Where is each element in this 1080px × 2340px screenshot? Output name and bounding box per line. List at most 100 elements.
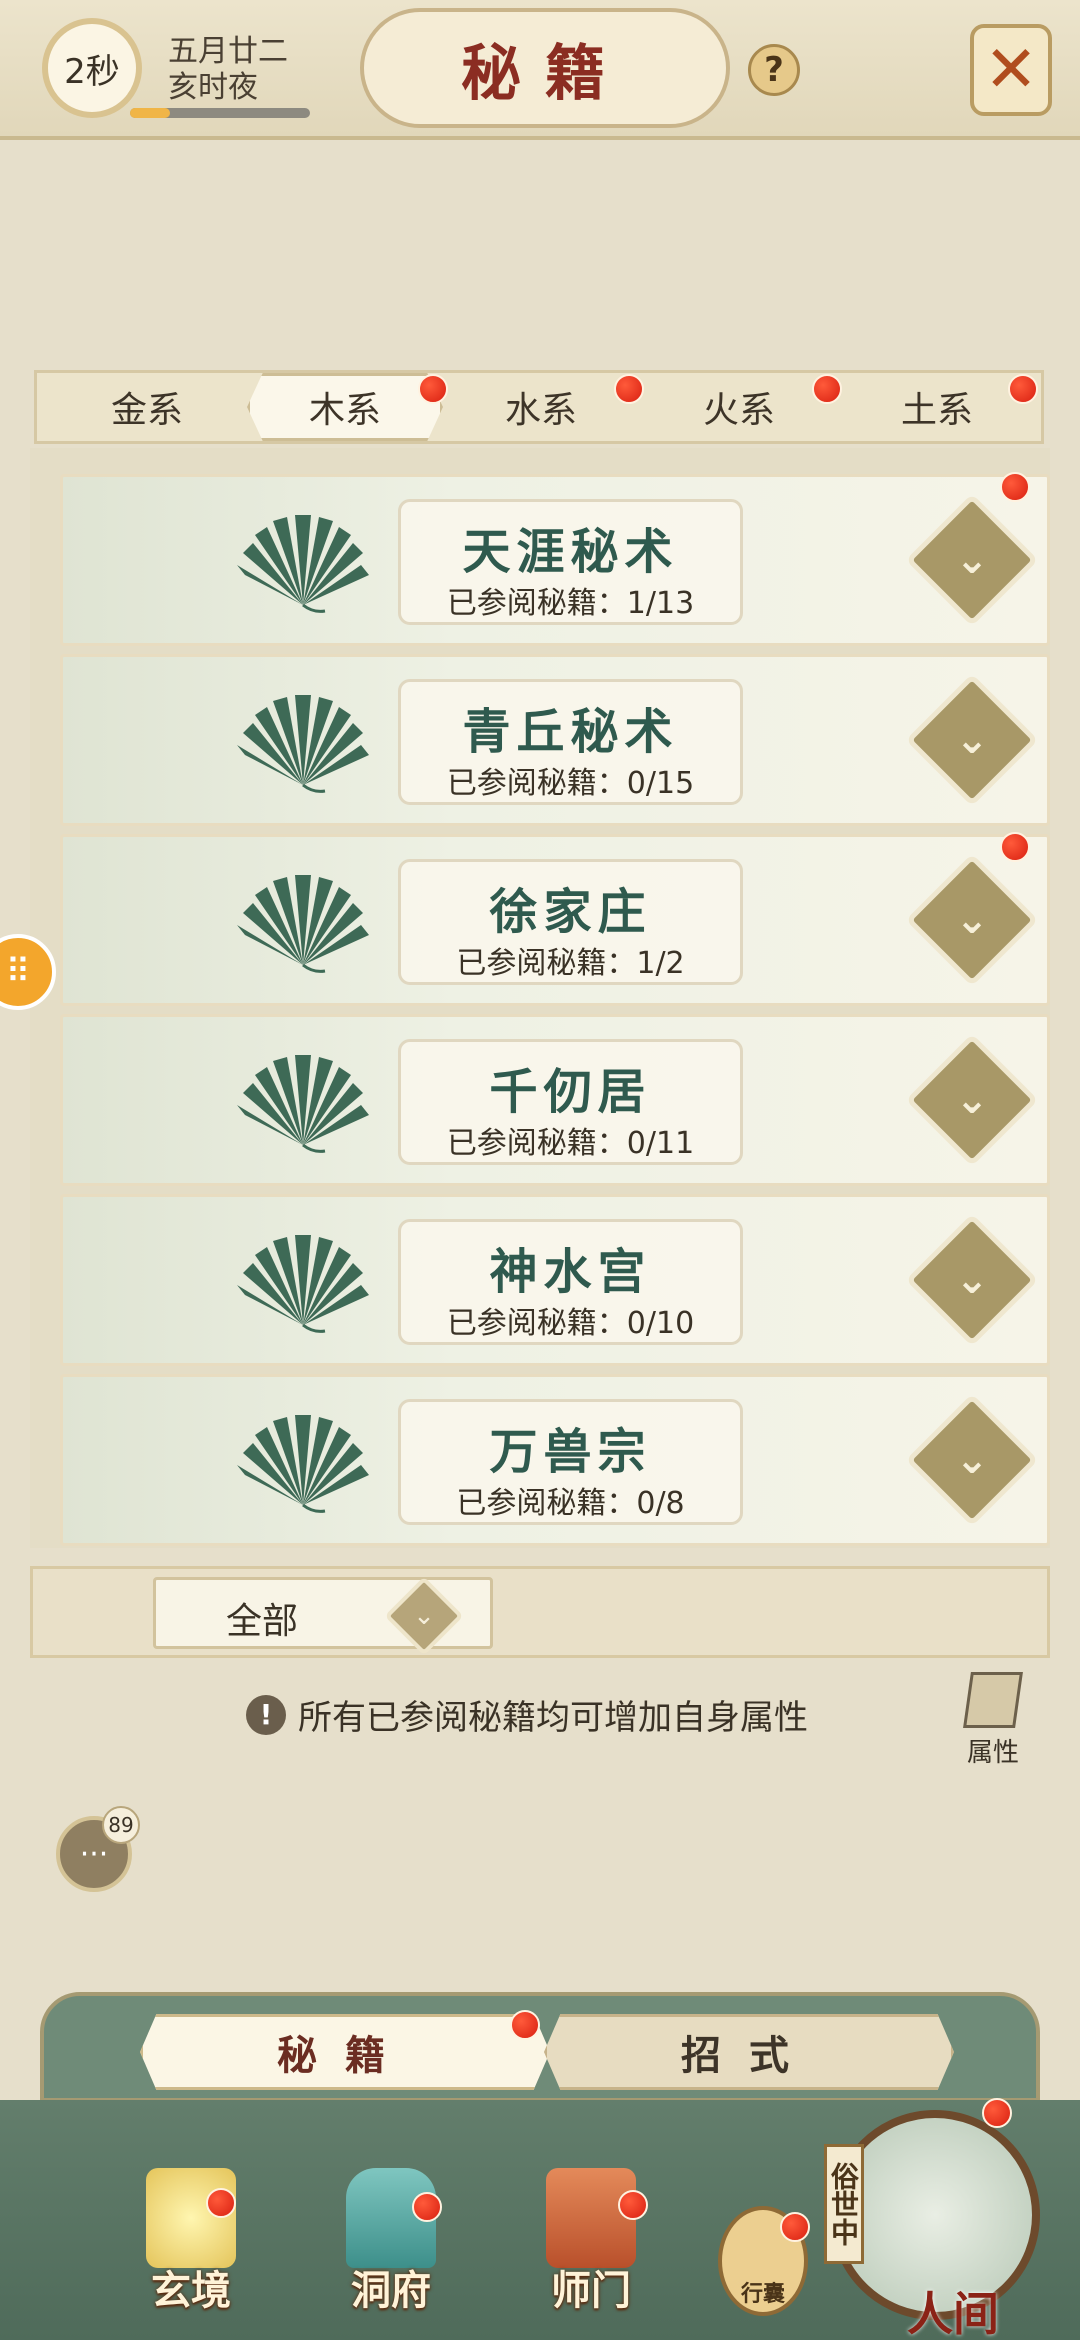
filter-selected: 全部 xyxy=(226,1601,299,1642)
chevron-down-icon: ⌄ xyxy=(384,1576,464,1656)
element-tabs: 金系 木系 水系 火系 土系 xyxy=(34,370,1044,444)
tab-fire-notification-dot xyxy=(812,374,842,404)
gamepad-icon: ⠿ xyxy=(5,952,31,992)
tab-wood-notification-dot xyxy=(418,374,448,404)
chat-bubble-icon: ··· xyxy=(79,1836,109,1872)
sect-card-shenshuigong[interactable]: 神水宫 已参阅秘籍：0/10 ⌄ xyxy=(60,1194,1050,1366)
nav-label: 玄境 xyxy=(151,2267,231,2314)
title-plaque: 秘籍 xyxy=(360,8,730,128)
sect-name-box: 徐家庄 已参阅秘籍：1/2 xyxy=(398,859,743,985)
tab-wood[interactable]: 木系 xyxy=(247,373,443,441)
sect-name: 神水宫 xyxy=(489,1244,652,1300)
world-status: 俗世中 xyxy=(824,2144,864,2264)
filter-dropdown[interactable]: 全部 ⌄ xyxy=(153,1576,493,1656)
help-icon: ? xyxy=(764,50,784,90)
banner-icon xyxy=(546,2168,636,2268)
nav-shimen-notification-dot xyxy=(618,2190,648,2220)
chevron-down-icon: ⌄ xyxy=(955,717,989,763)
nav-dongfu[interactable]: 洞府 xyxy=(316,2168,466,2338)
filter-bar: 全部 ⌄ xyxy=(30,1566,1050,1658)
world-notification-dot xyxy=(982,2098,1012,2128)
tab-earth[interactable]: 土系 xyxy=(839,373,1035,441)
tab-label: 木系 xyxy=(308,390,381,431)
tab-label: 水系 xyxy=(504,390,577,431)
sect-card-wanshouzong[interactable]: 万兽宗 已参阅秘籍：0/8 ⌄ xyxy=(60,1374,1050,1546)
sect-name: 千仞居 xyxy=(489,1064,652,1120)
expand-button[interactable]: ⌄ xyxy=(905,673,1039,807)
sub-tabs: 秘籍 招式 xyxy=(40,1992,1040,2102)
nav-dongfu-notification-dot xyxy=(412,2192,442,2222)
sect-name-box: 青丘秘术 已参阅秘籍：0/15 xyxy=(398,679,743,805)
fan-icon xyxy=(237,1055,369,1153)
bag-label: 行囊 xyxy=(740,2281,785,2307)
expand-button[interactable]: ⌄ xyxy=(905,1213,1039,1347)
info-hint: ! 所有已参阅秘籍均可增加自身属性 xyxy=(246,1690,808,1739)
world-label: 人间 xyxy=(907,2287,999,2340)
sect-progress: 已参阅秘籍：0/11 xyxy=(446,1126,695,1161)
sect-name-box: 神水宫 已参阅秘籍：0/10 xyxy=(398,1219,743,1345)
sect-progress: 已参阅秘籍：0/10 xyxy=(446,1306,695,1341)
fan-icon xyxy=(237,695,369,793)
world-button[interactable]: 俗世中 人间 xyxy=(824,2110,1040,2340)
time-progress-bar xyxy=(130,108,310,118)
attribute-label: 属性 xyxy=(966,1738,1019,1768)
sect-name: 青丘秘术 xyxy=(462,704,679,760)
tab-label: 招式 xyxy=(681,2032,817,2079)
tab-moves[interactable]: 招式 xyxy=(544,2014,954,2090)
time-of-day: 亥时夜 xyxy=(168,70,258,105)
sect-name: 万兽宗 xyxy=(489,1424,652,1480)
nav-label: 洞府 xyxy=(351,2267,431,2314)
bag-notification-dot xyxy=(780,2212,810,2242)
timer-badge: 2秒 xyxy=(42,18,142,118)
sect-xujiazhuang-notification-dot xyxy=(1000,832,1030,862)
page-title: 秘籍 xyxy=(461,38,629,109)
time-progress-fill xyxy=(130,108,170,118)
sect-card-xujiazhuang[interactable]: 徐家庄 已参阅秘籍：1/2 ⌄ xyxy=(60,834,1050,1006)
tab-fire[interactable]: 火系 xyxy=(641,373,837,441)
sect-progress: 已参阅秘籍：0/8 xyxy=(456,1486,685,1521)
book-icon xyxy=(963,1672,1023,1728)
sect-progress: 已参阅秘籍：1/13 xyxy=(446,586,695,621)
exclamation-icon: ! xyxy=(246,1694,286,1735)
tab-metal[interactable]: 金系 xyxy=(49,373,245,441)
attribute-button[interactable]: 属性 xyxy=(950,1672,1036,1772)
help-button[interactable]: ? xyxy=(748,44,800,96)
expand-button[interactable]: ⌄ xyxy=(905,853,1039,987)
fan-icon xyxy=(237,1235,369,1333)
close-button[interactable]: ✕ xyxy=(970,24,1052,116)
chevron-down-icon: ⌄ xyxy=(955,1077,989,1123)
sect-name-box: 万兽宗 已参阅秘籍：0/8 xyxy=(398,1399,743,1525)
expand-button[interactable]: ⌄ xyxy=(905,1033,1039,1167)
sect-tianya-notification-dot xyxy=(1000,472,1030,502)
expand-button[interactable]: ⌄ xyxy=(905,493,1039,627)
timer-text: 2秒 xyxy=(64,51,120,92)
nav-label: 师门 xyxy=(551,2267,631,2314)
tab-label: 金系 xyxy=(110,390,183,431)
expand-button[interactable]: ⌄ xyxy=(905,1393,1039,1527)
tab-water[interactable]: 水系 xyxy=(443,373,639,441)
sect-name: 天涯秘术 xyxy=(462,524,679,580)
fan-icon xyxy=(237,875,369,973)
sect-card-tianya[interactable]: 天涯秘术 已参阅秘籍：1/13 ⌄ xyxy=(60,474,1050,646)
scroll-icon xyxy=(146,2168,236,2268)
sect-name-box: 千仞居 已参阅秘籍：0/11 xyxy=(398,1039,743,1165)
sect-list: 天涯秘术 已参阅秘籍：1/13 ⌄ 青丘秘术 已参阅秘籍：0/15 ⌄ 徐家庄 … xyxy=(30,448,1050,1548)
tab-secret-books[interactable]: 秘籍 xyxy=(140,2014,550,2090)
tab-water-notification-dot xyxy=(614,374,644,404)
tab-label: 秘籍 xyxy=(277,2032,413,2079)
close-icon: ✕ xyxy=(984,33,1038,107)
tab-label: 土系 xyxy=(900,390,973,431)
tab-earth-notification-dot xyxy=(1008,374,1038,404)
chevron-down-icon: ⌄ xyxy=(955,1437,989,1483)
sect-card-qianrenju[interactable]: 千仞居 已参阅秘籍：0/11 ⌄ xyxy=(60,1014,1050,1186)
nav-xuanjing[interactable]: 玄境 xyxy=(116,2168,266,2338)
nav-xuanjing-notification-dot xyxy=(206,2188,236,2218)
chevron-down-icon: ⌄ xyxy=(955,1257,989,1303)
tab-label: 火系 xyxy=(702,390,775,431)
info-text: 所有已参阅秘籍均可增加自身属性 xyxy=(298,1698,808,1738)
sect-card-qingqiu[interactable]: 青丘秘术 已参阅秘籍：0/15 ⌄ xyxy=(60,654,1050,826)
sect-name-box: 天涯秘术 已参阅秘籍：1/13 xyxy=(398,499,743,625)
chat-unread-badge: 89 xyxy=(102,1806,140,1844)
fan-icon xyxy=(237,515,369,613)
tab-secret-books-notification-dot xyxy=(510,2010,540,2040)
